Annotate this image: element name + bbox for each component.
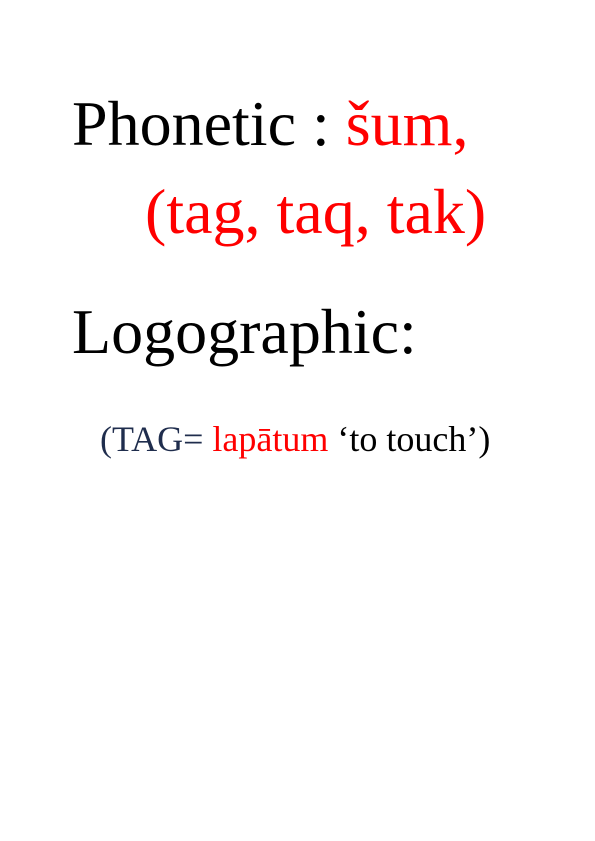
example-open: (TAG=	[100, 419, 213, 459]
logographic-label: Logographic:	[72, 296, 417, 367]
slide-page: Phonetic : šum, (tag, taq, tak) Logograp…	[0, 0, 595, 841]
phonetic-reading-main: šum,	[345, 88, 469, 159]
example-word: lapātum	[212, 419, 329, 459]
phonetic-reading-alternatives: (tag, taq, tak)	[145, 176, 487, 247]
phonetic-label: Phonetic :	[72, 88, 346, 159]
phonetic-row: Phonetic : šum,	[72, 92, 468, 156]
example-gloss: ‘to touch’)	[328, 419, 491, 459]
logographic-example: (TAG= lapātum ‘to touch’)	[100, 421, 490, 457]
